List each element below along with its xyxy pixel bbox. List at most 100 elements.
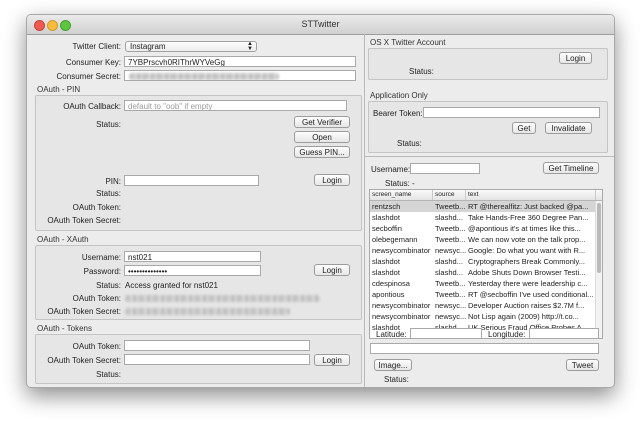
consumer-secret-label: Consumer Secret: [56,72,121,81]
window-title: STTwitter [301,19,340,29]
bearer-token-input[interactable] [423,107,600,118]
cell-source: newsyc... [435,312,466,321]
cell-text: We can now vote on the talk prop... [468,235,586,244]
cell-source: Tweetb... [435,290,466,299]
consumer-secret-input[interactable] [124,70,356,81]
tokens-oauth-token-secret-input[interactable] [124,354,310,365]
cell-text: Developer Auction raises $2.7M f... [468,301,585,310]
consumer-key-input[interactable]: 7YBPrscvh0RIThrWYVeGg [124,56,356,67]
oauth-xauth-section-title: OAuth - XAuth [37,235,89,244]
cell-screen-name: rentzsch [372,202,401,211]
updown-arrows-icon: ▲ ▼ [247,41,253,52]
column-header-screen-name[interactable]: screen_name [370,190,433,200]
cell-text: RT @therealfitz: Just backed @pa... [468,202,589,211]
xauth-username-label: Username: [81,253,121,262]
xauth-login-button[interactable]: Login [314,264,350,276]
cell-source: newsyc... [435,246,466,255]
cell-source: slashd... [435,268,463,277]
table-row[interactable]: rentzsch Tweetb... RT @therealfitz: Just b… [370,201,596,212]
cell-screen-name: newsycombinator [372,246,431,255]
cell-text: Cryptographers Break Commonly... [468,257,585,266]
redacted-xauth-oauth-token-secret [125,308,290,315]
cell-screen-name: cdespinosa [372,279,410,288]
cell-text: @apontious it's at times like this... [468,224,581,233]
xauth-username-input[interactable]: nst021 [124,251,261,262]
oauth-callback-input[interactable]: default to "oob" if empty [124,100,347,111]
pin-oauth-token-label: OAuth Token: [72,203,121,212]
xauth-status-value: Access granted for nst021 [125,281,218,290]
xauth-password-input[interactable]: •••••••••••••• [124,265,261,276]
cell-source: Tweetb... [435,224,466,233]
latitude-label: Latitude: [376,330,407,339]
app-window: STTwitter Twitter Client: Instagram ▲ ▼ C… [26,14,615,388]
cell-text: Yesterday there were leadership c... [468,279,588,288]
get-timeline-button[interactable]: Get Timeline [543,162,599,174]
pin-login-button[interactable]: Login [314,174,350,186]
table-row[interactable]: slashdot slashd... Take Hands-Free 360 Deg… [370,212,596,223]
longitude-label: Longitude: [488,330,526,339]
column-divider [364,34,365,387]
tokens-login-button[interactable]: Login [314,354,350,366]
cell-screen-name: newsycombinator [372,312,431,321]
pin-oauth-token-secret-label: OAuth Token Secret: [47,216,121,225]
image-button[interactable]: Image... [374,359,412,371]
xauth-oauth-token-label: OAuth Token: [72,294,121,303]
pin-input[interactable] [124,175,259,186]
get-verifier-button[interactable]: Get Verifier [294,116,350,128]
xauth-status-label: Status: [96,281,121,290]
cell-screen-name: slashdot [372,213,400,222]
tokens-oauth-token-secret-label: OAuth Token Secret: [47,356,121,365]
table-row[interactable]: newsycombinator newsyc... Developer Auctio… [370,300,596,311]
consumer-key-label: Consumer Key: [65,58,121,67]
cell-text: Google: Do what you want with R... [468,246,586,255]
tweet-button[interactable]: Tweet [566,359,599,371]
cell-screen-name: olebegemann [372,235,418,244]
latitude-input[interactable] [410,328,482,339]
cell-screen-name: slashdot [372,268,400,277]
oauth-pin-section-title: OAuth - PIN [37,85,81,94]
cell-text: Adobe Shuts Down Browser Testi... [468,268,586,277]
tweet-text-input[interactable] [370,343,599,354]
right-section-divider [365,156,614,157]
open-button[interactable]: Open [294,131,350,143]
cell-screen-name: apontious [372,290,405,299]
table-scrollbar[interactable] [595,201,602,338]
column-header-source[interactable]: source [433,190,466,200]
twitter-client-select[interactable]: Instagram ▲ ▼ [125,41,257,52]
twitter-client-label: Twitter Client: [72,42,121,51]
table-row[interactable]: slashdot slashd... Cryptographers Break Co… [370,256,596,267]
timeline-username-input[interactable] [410,163,480,174]
cell-text: RT @secboffin I've used conditional... [468,290,594,299]
redacted-xauth-oauth-token [125,295,320,302]
timeline-username-label: Username: [371,165,411,174]
tokens-oauth-token-input[interactable] [124,340,310,351]
column-header-text[interactable]: text [466,190,596,200]
cell-text: Not Lisp again (2009) http://t.co... [468,312,579,321]
bearer-token-label: Bearer Token: [373,109,423,118]
tokens-oauth-token-label: OAuth Token: [72,342,121,351]
longitude-input[interactable] [529,328,599,339]
table-row[interactable]: apontious Tweetb... RT @secboffin I've use… [370,289,596,300]
invalidate-button[interactable]: Invalidate [545,122,592,134]
table-row[interactable]: cdespinosa Tweetb... Yesterday there were … [370,278,596,289]
scrollbar-thumb[interactable] [597,203,601,273]
twitter-client-value: Instagram [130,42,166,51]
table-row[interactable]: olebegemann Tweetb... We can now vote on t… [370,234,596,245]
bearer-get-button[interactable]: Get [512,122,536,134]
cell-source: newsyc... [435,301,466,310]
cell-source: Tweetb... [435,235,466,244]
pin-status-label: Status: [96,120,121,129]
tokens-status-label: Status: [96,370,121,379]
cell-screen-name: newsycombinator [372,301,431,310]
pin-label: PIN: [105,177,121,186]
table-row[interactable]: secboffin Tweetb... @apontious it's at tim… [370,223,596,234]
table-header: screen_name source text [370,190,602,201]
timeline-table[interactable]: screen_name source text rentzsch Tweetb..… [369,189,603,339]
guess-pin-button[interactable]: Guess PIN... [294,146,350,158]
table-row[interactable]: slashdot slashd... Adobe Shuts Down Browse… [370,267,596,278]
cell-source: slashd... [435,257,463,266]
cell-source: Tweetb... [435,279,466,288]
table-row[interactable]: newsycombinator newsyc... Google: Do what … [370,245,596,256]
table-row[interactable]: newsycombinator newsyc... Not Lisp again (… [370,311,596,322]
osx-login-button[interactable]: Login [559,52,592,64]
